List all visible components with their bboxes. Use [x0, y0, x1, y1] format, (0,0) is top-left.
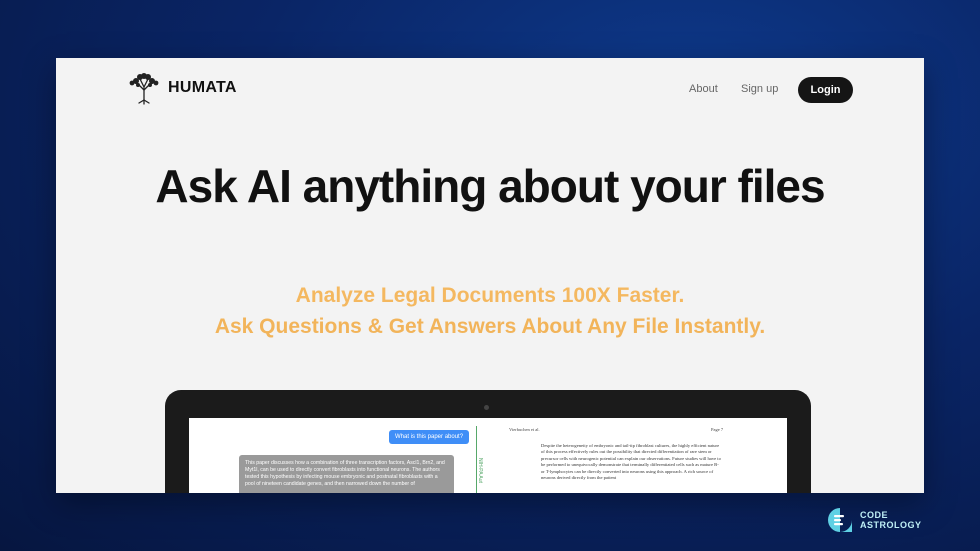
document-header-left: Vierbuchen et al.	[509, 427, 540, 432]
document-margin-label: NIH-PA Aut	[477, 458, 483, 483]
chat-answer-bubble: This paper discusses how a combination o…	[239, 455, 454, 493]
code-astrology-watermark: CODE ASTROLOGY	[826, 506, 922, 534]
hero-subtitle-1: Analyze Legal Documents 100X Faster.	[295, 284, 685, 307]
camera-dot	[484, 405, 489, 410]
laptop-screen: What is this paper about? This paper dis…	[189, 418, 787, 493]
hero-title: Ask AI anything about your files	[155, 160, 825, 212]
code-astrology-wordmark: CODE ASTROLOGY	[860, 510, 922, 530]
document-text: Despite the heterogeneity of embryonic a…	[541, 443, 721, 481]
login-button[interactable]: Login	[798, 77, 853, 103]
tree-icon	[129, 73, 159, 105]
chat-question-bubble: What is this paper about?	[389, 430, 470, 444]
laptop-mockup: What is this paper about? This paper dis…	[165, 390, 811, 493]
code-astrology-logo-icon	[828, 508, 852, 532]
watermark-line-1: CODE	[860, 510, 889, 520]
nav-about-link[interactable]: About	[689, 83, 718, 95]
top-nav: HUMATA About Sign up Login	[56, 58, 924, 122]
hero-subtitle-2: Ask Questions & Get Answers About Any Fi…	[214, 315, 766, 338]
browser-frame: HUMATA About Sign up Login Ask AI anythi…	[56, 58, 924, 493]
document-header-right: Page 7	[711, 427, 724, 432]
brand-logo[interactable]: HUMATA	[126, 70, 237, 106]
brand-name: HUMATA	[168, 79, 237, 96]
watermark-line-2: ASTROLOGY	[860, 520, 922, 530]
nav-signup-link[interactable]: Sign up	[741, 83, 778, 95]
